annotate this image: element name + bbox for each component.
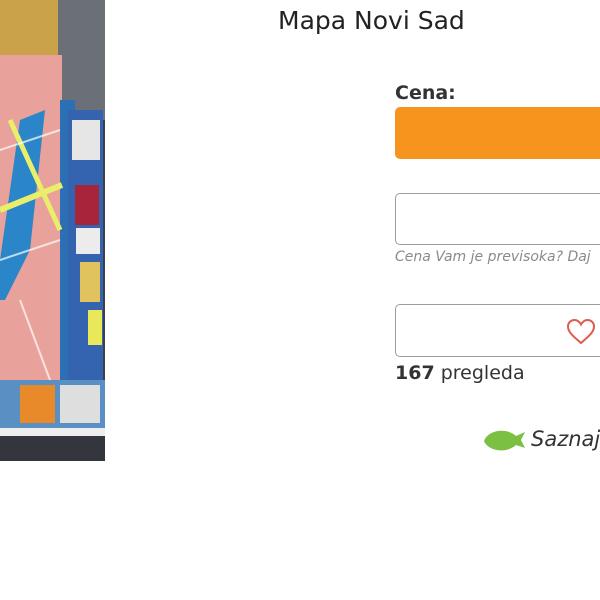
leaf-icon [482, 427, 526, 458]
heart-icon [566, 318, 596, 350]
offer-input[interactable] [395, 193, 600, 245]
offer-hint: Cena Vam je previsoka? Daj [395, 249, 591, 265]
learn-more-text: Saznaj [531, 427, 600, 451]
listing-title: Mapa Novi Sad [278, 6, 465, 35]
view-counter: 167 pregleda [395, 362, 525, 384]
views-label: pregleda [440, 362, 525, 384]
views-count: 167 [395, 362, 435, 384]
city-map-image [0, 0, 105, 461]
favorite-button[interactable] [395, 304, 600, 357]
price-label: Cena: [395, 82, 456, 104]
price-display [395, 107, 600, 159]
product-photo[interactable] [0, 0, 105, 461]
